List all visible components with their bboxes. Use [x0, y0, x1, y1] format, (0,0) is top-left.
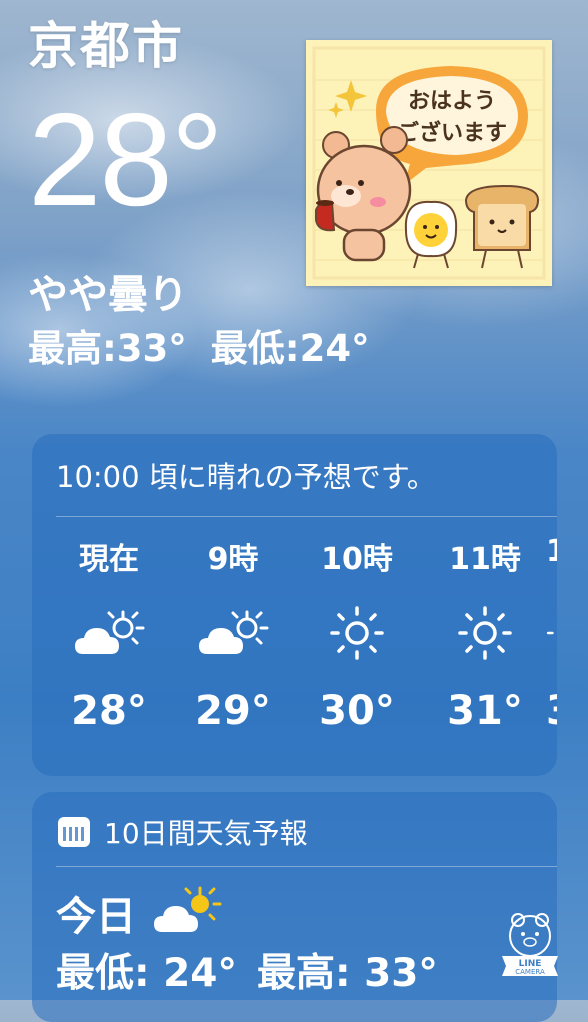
line-camera-watermark: LINE CAMERA [498, 910, 562, 986]
city-name: 京都市 [28, 17, 184, 75]
watermark-line2: CAMERA [515, 968, 545, 976]
forecast-row-today[interactable]: 今日 [56, 884, 222, 942]
current-temperature: 28° [28, 86, 224, 233]
egg-character-icon [404, 200, 458, 269]
calendar-icon [58, 817, 90, 847]
partly-cloudy-icon [54, 578, 164, 688]
hour-item-9: 9時 29° [178, 534, 288, 734]
hour-item-partial: 1 3 [546, 534, 557, 734]
hour-temperature: 28° [71, 688, 147, 734]
toast-character-icon [464, 184, 540, 269]
hour-item-now: 現在 28° [54, 534, 164, 734]
hour-label: 1 [546, 534, 557, 569]
day-label: 今日 [56, 894, 136, 940]
divider [56, 866, 557, 867]
bear-character-icon [315, 126, 412, 262]
high-temperature: 最高:33° [28, 327, 187, 370]
hour-label: 9時 [207, 542, 259, 577]
ten-day-forecast-card[interactable]: 10日間天気予報 今日 最低: 24° 最高: 33° [32, 792, 557, 1022]
partly-cloudy-sun-icon [152, 886, 222, 940]
hour-label: 11時 [449, 542, 521, 577]
hour-temperature: 30° [319, 688, 395, 734]
divider [56, 516, 557, 517]
weather-condition: やや曇り [28, 272, 188, 318]
high-low-temperatures: 最高:33° 最低:24° [28, 318, 370, 372]
good-morning-sticker[interactable]: おはよう ございます [306, 40, 552, 286]
sun-icon [302, 578, 412, 688]
today-low: 最低: 24° [56, 951, 237, 996]
hour-item-10: 10時 30° [302, 534, 412, 734]
sun-icon [546, 578, 557, 688]
today-high: 最高: 33° [256, 951, 438, 996]
hour-temperature: 3 [546, 688, 557, 734]
hour-temperature: 31° [447, 688, 523, 734]
hour-label: 10時 [321, 542, 393, 577]
today-low-high: 最低: 24° 最高: 33° [56, 942, 438, 998]
hourly-strip[interactable]: 現在 28° 9時 29° 10時 30° 11時 31° 1 [54, 534, 557, 754]
hour-item-11: 11時 31° [430, 534, 540, 734]
hour-label: 現在 [79, 542, 139, 577]
low-temperature: 最低:24° [210, 327, 370, 370]
sun-icon [430, 578, 540, 688]
sticker-greeting-line2: ございます [397, 120, 507, 146]
hourly-forecast-card[interactable]: 10:00 頃に晴れの予想です。 現在 28° 9時 29° 10時 30° 1… [32, 434, 557, 776]
hourly-summary: 10:00 頃に晴れの予想です。 [56, 460, 436, 494]
ten-day-header: 10日間天気予報 [58, 812, 308, 852]
hour-temperature: 29° [195, 688, 271, 734]
sticker-greeting-line1: おはよう [408, 89, 496, 114]
partly-cloudy-icon [178, 578, 288, 688]
ten-day-header-label: 10日間天気予報 [104, 817, 308, 850]
